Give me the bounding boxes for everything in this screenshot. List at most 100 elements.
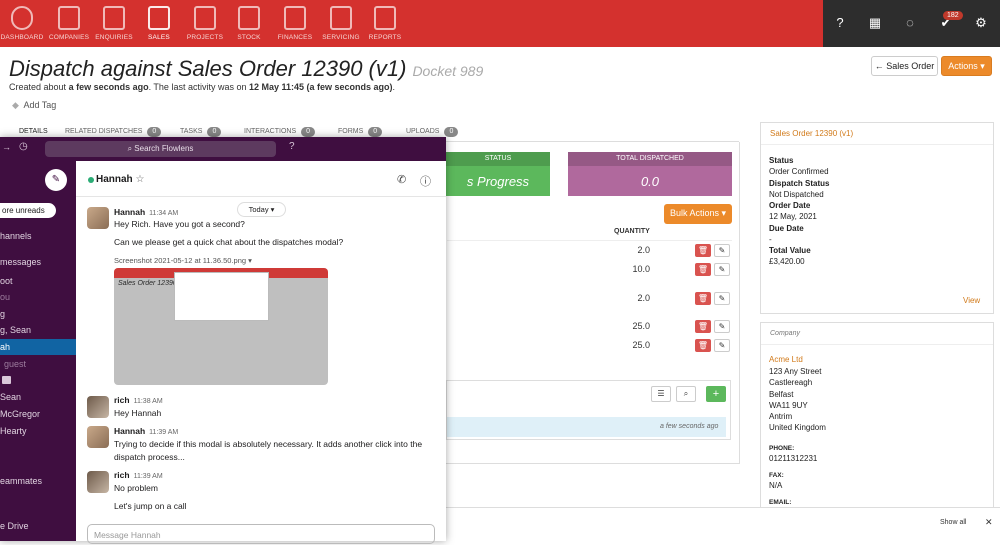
sales-order-link[interactable]: Sales Order 12390 (v1) (761, 123, 993, 145)
edit-button[interactable]: ✎ (714, 320, 730, 333)
channel-name[interactable]: Hannah ☆ (96, 174, 144, 185)
message-time: 11:39 AM (133, 473, 163, 480)
star-icon[interactable]: ☆ (135, 174, 144, 185)
settings-gear-icon[interactable]: ⚙ (973, 15, 989, 31)
close-icon[interactable]: ✕ (985, 517, 993, 528)
sidebar-item[interactable]: hannels (0, 231, 32, 241)
edit-button[interactable]: ✎ (714, 339, 730, 352)
address-line: 123 Any Street (769, 367, 822, 376)
sidebar-item[interactable]: eammates (0, 476, 42, 486)
message-input[interactable]: Message Hannah (87, 524, 435, 544)
forward-arrow-icon[interactable]: → (2, 142, 11, 152)
slack-search-input[interactable]: ⌕ Search Flowlens (45, 141, 276, 157)
bulk-actions-button[interactable]: Bulk Actions ▾ (664, 204, 732, 224)
chat-icon[interactable]: ◌ (902, 15, 918, 31)
calendar-icon (2, 376, 11, 384)
calendar-icon[interactable]: ▦ (867, 15, 883, 31)
sidebar-item[interactable]: McGregor (0, 409, 40, 419)
attachment-thumbnail[interactable]: Sales Order 12390 (v1) (114, 268, 328, 385)
delete-button[interactable]: 🗑 (695, 339, 711, 352)
nav-sales[interactable]: SALES (139, 0, 179, 47)
company-name-link[interactable]: Acme Ltd (769, 355, 803, 364)
show-all-button[interactable]: Show all (940, 519, 966, 526)
tab-count: 0 (368, 127, 383, 137)
delete-button[interactable]: 🗑 (695, 292, 711, 305)
total-value-label: Total Value (769, 246, 811, 255)
more-unreads-button[interactable]: ore unreads (0, 203, 56, 218)
status-header: STATUS (446, 152, 550, 166)
phone-call-icon[interactable]: ✆ (397, 173, 406, 186)
sidebar-item[interactable]: g (0, 309, 5, 319)
sidebar-item[interactable]: messages (0, 257, 41, 267)
nav-label: SALES (148, 34, 170, 41)
message-author[interactable]: rich 11:39 AM (114, 470, 163, 480)
compose-icon[interactable]: ✎ (45, 169, 67, 191)
message-author[interactable]: Hannah 11:39 AM (114, 426, 178, 436)
help-icon[interactable]: ? (289, 141, 295, 152)
date-divider-today[interactable]: Today ▾ (237, 202, 286, 217)
sidebar-item[interactable]: ah (0, 342, 10, 352)
stock-icon (238, 6, 260, 30)
nav-reports[interactable]: REPORTS (365, 0, 405, 47)
nav-dashboard[interactable]: DASHBOARD (0, 0, 44, 47)
message-author[interactable]: Hannah 11:34 AM (114, 207, 178, 217)
companies-icon (58, 6, 80, 30)
actions-button[interactable]: Actions ▾ (941, 56, 992, 76)
edit-button[interactable]: ✎ (714, 244, 730, 257)
tab-label: DETAILS (19, 128, 48, 135)
history-clock-icon[interactable]: ◷ (19, 141, 28, 152)
avatar[interactable] (87, 471, 109, 493)
tab-label: FORMS (338, 128, 364, 135)
dispatch-status-label: Dispatch Status (769, 179, 830, 188)
sidebar-item-active[interactable] (0, 339, 76, 355)
info-icon[interactable]: ⓘ (420, 173, 431, 189)
email-label: EMAIL: (769, 499, 792, 506)
nav-enquiries[interactable]: ENQUIRIES (94, 0, 134, 47)
edit-button[interactable]: ✎ (714, 292, 730, 305)
avatar[interactable] (87, 396, 109, 418)
nav-companies[interactable]: COMPANIES (48, 0, 90, 47)
sidebar-item[interactable]: e Drive (0, 521, 29, 531)
author-name: rich (114, 470, 130, 480)
nav-label: DASHBOARD (0, 34, 44, 41)
sidebar-item[interactable]: ou (0, 292, 10, 302)
sidebar-item[interactable]: Sean (0, 392, 21, 402)
company-header: Company (761, 323, 993, 345)
sidebar-item[interactable]: g, Sean (0, 325, 31, 335)
phone-value: 01211312231 (769, 454, 818, 463)
delete-button[interactable]: 🗑 (695, 320, 711, 333)
delete-button[interactable]: 🗑 (695, 244, 711, 257)
search-icon[interactable]: ⌕ (676, 386, 696, 402)
sidebar-item[interactable]: Hearty (0, 426, 27, 436)
nav-label: COMPANIES (48, 34, 90, 41)
nav-label: FINANCES (277, 34, 313, 41)
page-title: Dispatch against Sales Order 12390 (v1) D… (9, 56, 483, 82)
add-button[interactable]: + (706, 386, 726, 402)
sales-order-button[interactable]: ← Sales Order (871, 56, 938, 76)
dispatch-status-value: Not Dispatched (769, 190, 824, 199)
add-tag[interactable]: ◆ Add Tag (12, 100, 56, 111)
quantity-cell: 2.0 (637, 245, 650, 255)
nav-projects[interactable]: PROJECTS (185, 0, 225, 47)
message-text: Let's jump on a call (114, 501, 187, 511)
nav-finances[interactable]: FINANCES (274, 0, 316, 47)
sidebar-item[interactable]: guest (4, 359, 26, 369)
avatar[interactable] (87, 426, 109, 448)
status-box: STATUS s Progress (446, 152, 550, 196)
nav-stock[interactable]: STOCK (229, 0, 269, 47)
fax-value: N/A (769, 481, 783, 490)
attachment-name[interactable]: Screenshot 2021-05-12 at 11.36.50.png ▾ (114, 256, 252, 265)
list-view-icon[interactable]: ☰ (651, 386, 671, 402)
view-link[interactable]: View (963, 296, 980, 305)
tab-label: INTERACTIONS (244, 128, 297, 135)
servicing-icon (330, 6, 352, 30)
author-name: Hannah (114, 207, 146, 217)
avatar[interactable] (87, 207, 109, 229)
message-author[interactable]: rich 11:38 AM (114, 395, 163, 405)
nav-servicing[interactable]: SERVICING (320, 0, 362, 47)
edit-button[interactable]: ✎ (714, 263, 730, 276)
sidebar-item[interactable]: oot (0, 276, 13, 286)
sales-icon (148, 6, 170, 30)
help-icon[interactable]: ? (832, 15, 848, 31)
delete-button[interactable]: 🗑 (695, 263, 711, 276)
